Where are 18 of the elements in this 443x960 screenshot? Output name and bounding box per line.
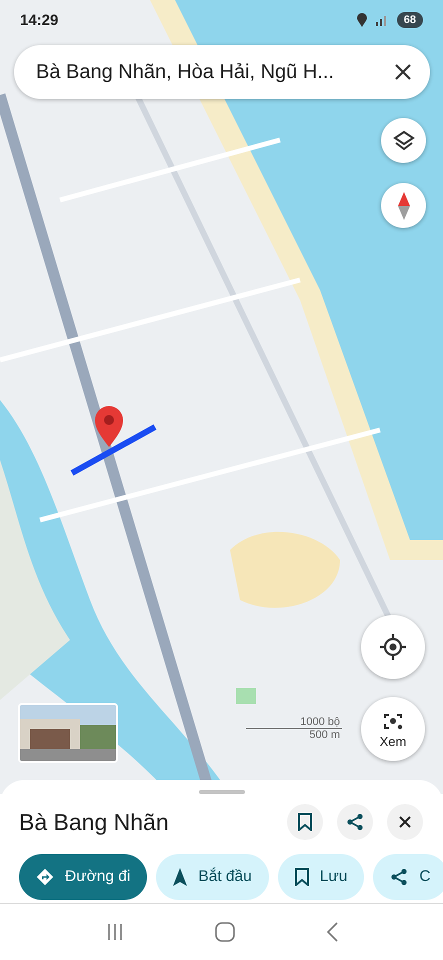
action-chip[interactable]: Đường đi [19,854,148,900]
bookmark-icon [298,813,312,831]
action-chip[interactable]: Lưu [278,854,364,900]
share-icon [390,868,408,886]
share-button[interactable] [337,804,373,840]
share-icon [346,813,364,831]
close-icon [398,815,412,829]
directions-icon [36,868,54,886]
recent-apps-icon[interactable] [106,923,124,941]
home-icon[interactable] [214,922,234,942]
action-chip[interactable]: Bắt đầu [156,854,269,900]
navigation-arrow-icon [173,868,188,886]
back-icon[interactable] [326,922,338,942]
place-title: Bà Bang Nhãn [19,808,170,836]
action-chip[interactable]: C [373,854,443,900]
save-button[interactable] [287,804,323,840]
bookmark-icon [294,868,309,886]
close-button[interactable] [387,804,423,840]
